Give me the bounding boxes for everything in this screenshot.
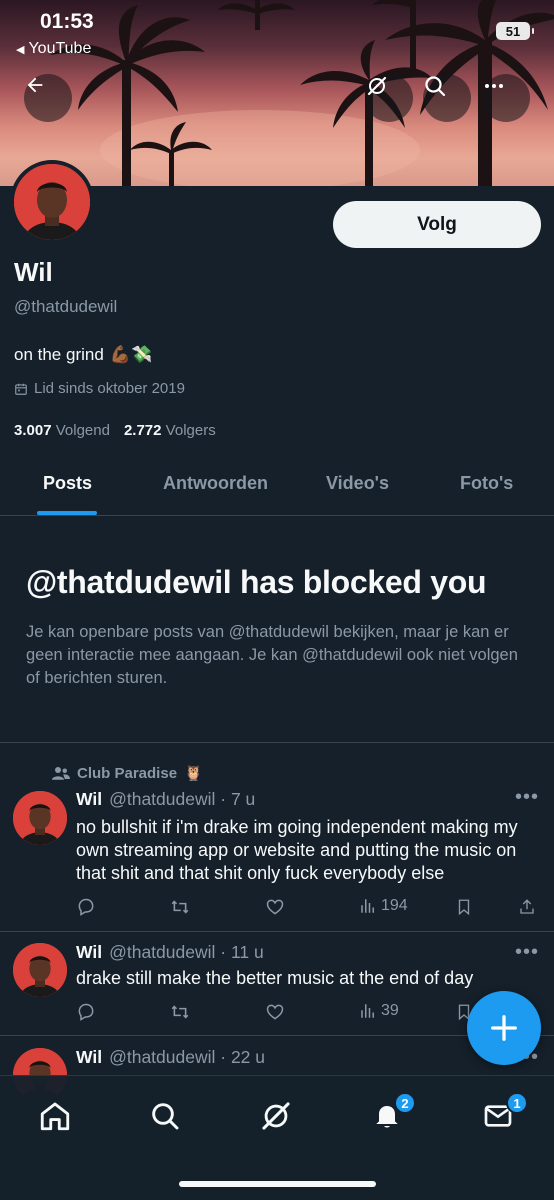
tweet-text[interactable]: drake still make the better music at the…: [76, 967, 538, 990]
tweet-more-icon[interactable]: •••: [515, 786, 539, 809]
views-count: 194: [381, 897, 408, 914]
home-indicator[interactable]: [179, 1181, 376, 1187]
tweet-header: Wil @thatdudewil · 7 u: [76, 789, 255, 810]
followers-link[interactable]: 2.772 Volgers: [124, 422, 216, 439]
joined-text: Lid sinds oktober 2019: [34, 380, 185, 397]
tweet-header: Wil @thatdudewil · 22 u: [76, 1047, 265, 1068]
tab-replies[interactable]: Antwoorden: [163, 473, 268, 494]
views-count: 39: [381, 1002, 399, 1019]
tweet-header: Wil @thatdudewil · 11 u: [76, 942, 264, 963]
reply-icon: [78, 1003, 94, 1021]
messages-badge: 1: [506, 1092, 528, 1114]
profile-banner: 01:53 ◀ YouTube 51: [0, 0, 554, 186]
search-button[interactable]: [423, 74, 471, 122]
like-button[interactable]: [265, 1002, 285, 1022]
divider: [0, 742, 554, 743]
share-button[interactable]: [518, 897, 536, 917]
tweet-text[interactable]: no bullshit if i'm drake im going indepe…: [76, 816, 538, 885]
tweet-meta: @thatdudewil · 7 u: [109, 789, 256, 809]
following-link[interactable]: 3.007 Volgend: [14, 422, 110, 439]
nav-search[interactable]: [145, 1096, 185, 1136]
like-button[interactable]: [265, 897, 285, 917]
plus-icon: [491, 1015, 517, 1041]
nav-home[interactable]: [35, 1096, 75, 1136]
back-triangle-icon: ◀: [16, 43, 25, 56]
tab-videos[interactable]: Video's: [326, 473, 389, 494]
arrow-left-icon: [27, 77, 43, 93]
views-button[interactable]: 39: [359, 1002, 399, 1020]
search-icon: [152, 1103, 179, 1130]
followers-label: Volgers: [165, 422, 216, 439]
tweet-meta: @thatdudewil · 11 u: [109, 942, 264, 962]
avatar-portrait: [13, 791, 67, 845]
active-tab-indicator: [37, 511, 97, 515]
heart-icon: [266, 899, 284, 915]
tweet-author-name[interactable]: Wil: [76, 942, 102, 963]
tweet-author-name[interactable]: Wil: [76, 1047, 102, 1068]
notifications-badge: 2: [394, 1092, 416, 1114]
views-button[interactable]: 194: [359, 897, 408, 915]
blocked-title: @thatdudewil has blocked you: [26, 564, 487, 600]
community-emoji: 🦉: [184, 765, 203, 782]
search-icon: [425, 76, 446, 97]
bookmark-icon: [458, 899, 470, 916]
share-icon: [520, 899, 534, 914]
profile-tabs: Posts Antwoorden Video's Foto's: [0, 456, 554, 516]
back-app-label: YouTube: [28, 40, 92, 57]
compose-post-button[interactable]: [467, 991, 541, 1065]
profile-joined: Lid sinds oktober 2019: [14, 380, 185, 397]
grok-icon: [367, 76, 387, 96]
profile-bio: on the grind 💪🏾💸: [14, 345, 152, 365]
reply-icon: [78, 898, 94, 916]
community-name: Club Paradise: [77, 764, 178, 782]
repost-icon: [171, 1005, 189, 1019]
tweet-avatar[interactable]: [13, 791, 67, 845]
back-button[interactable]: [24, 74, 72, 122]
profile-handle: @thatdudewil: [14, 297, 118, 316]
tweet-more-icon[interactable]: •••: [515, 941, 539, 964]
back-to-app[interactable]: ◀ YouTube: [16, 40, 91, 58]
more-icon: [485, 84, 503, 88]
tab-photos[interactable]: Foto's: [460, 473, 513, 494]
reply-button[interactable]: [76, 897, 96, 917]
profile-avatar[interactable]: [10, 160, 94, 244]
tweet-author-name[interactable]: Wil: [76, 789, 102, 810]
status-icons: 51: [496, 22, 534, 40]
repost-icon: [171, 900, 189, 914]
tweet-avatar[interactable]: [13, 943, 67, 997]
tab-posts[interactable]: Posts: [43, 473, 92, 494]
profile-display-name: Wil: [14, 257, 53, 287]
avatar-portrait: [14, 164, 90, 240]
profile-stats: 3.007 Volgend 2.772 Volgers: [14, 422, 216, 439]
home-icon: [40, 1102, 70, 1131]
calendar-icon: [15, 383, 27, 395]
reply-button[interactable]: [76, 1002, 96, 1022]
bio-text: on the grind: [14, 345, 104, 364]
bookmark-button[interactable]: [455, 897, 473, 917]
community-icon: [52, 767, 70, 780]
tweet-meta: @thatdudewil · 22 u: [109, 1047, 266, 1067]
followers-count: 2.772: [123, 422, 162, 439]
status-time: 01:53: [40, 10, 94, 33]
nav-grok[interactable]: [256, 1096, 296, 1136]
follow-button[interactable]: Volg: [333, 201, 541, 248]
more-button[interactable]: [482, 74, 530, 122]
community-context[interactable]: Club Paradise 🦉: [52, 764, 203, 782]
repost-button[interactable]: [170, 1002, 190, 1022]
avatar-portrait: [13, 943, 67, 997]
grok-icon: [262, 1102, 290, 1130]
battery-indicator: 51: [496, 22, 534, 40]
heart-icon: [266, 1004, 284, 1020]
following-label: Volgend: [55, 422, 110, 439]
views-icon: [361, 899, 374, 913]
bio-emoji: 💪🏾💸: [109, 345, 153, 364]
following-count: 3.007: [14, 422, 52, 439]
views-icon: [361, 1004, 374, 1018]
divider: [0, 931, 554, 932]
repost-button[interactable]: [170, 897, 190, 917]
blocked-description: Je kan openbare posts van @thatdudewil b…: [26, 623, 518, 687]
grok-button[interactable]: [365, 74, 413, 122]
